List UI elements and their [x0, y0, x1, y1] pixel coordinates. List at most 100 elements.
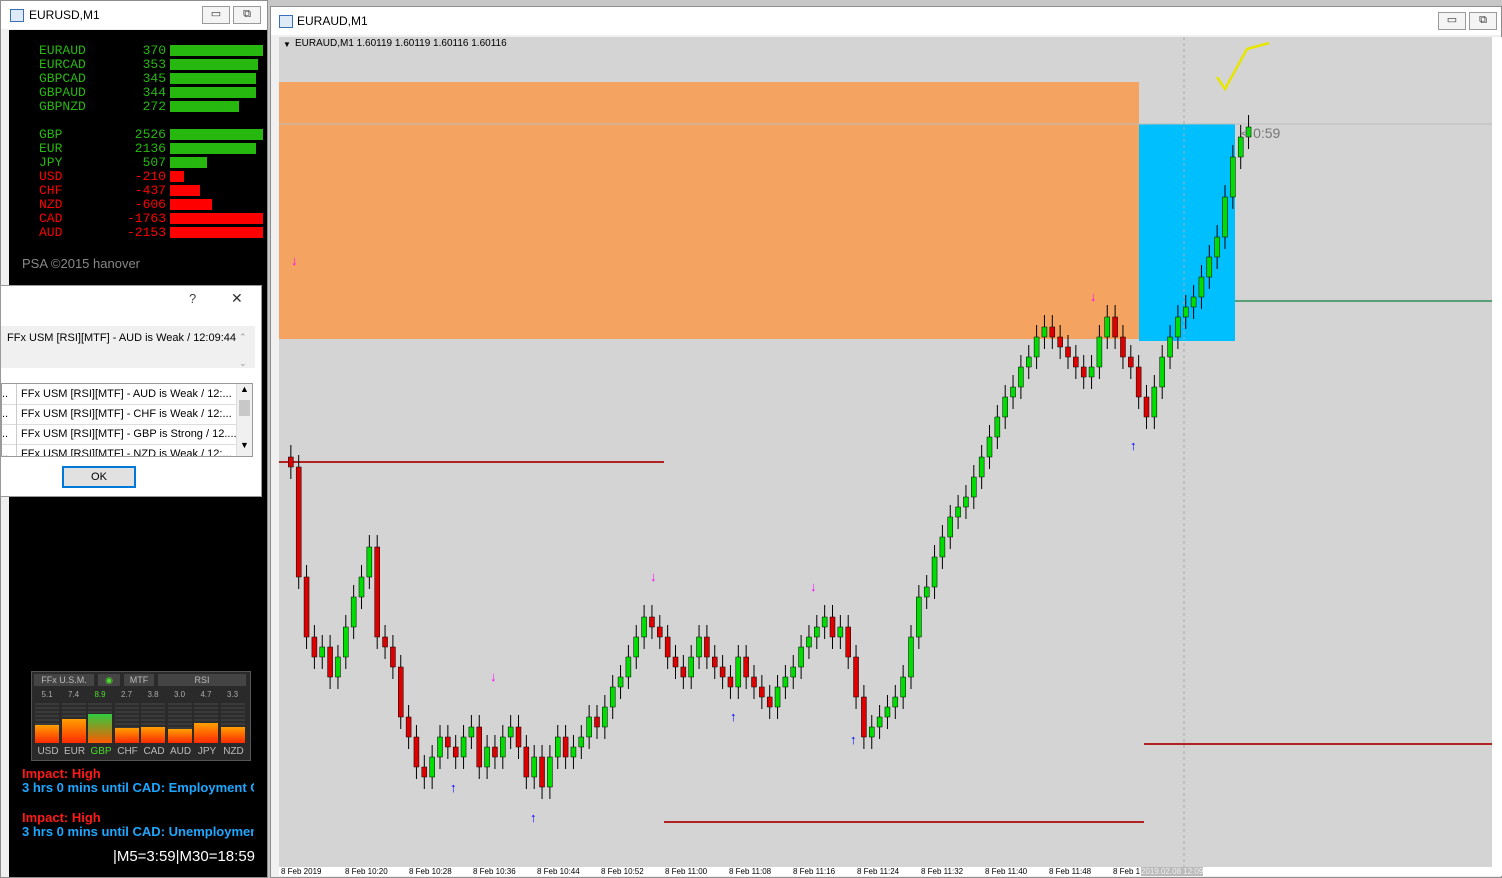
usm-currency-label: NZD [223, 746, 244, 757]
copyright-label: PSA ©2015 hanover [22, 256, 140, 271]
alert-list-item[interactable]: .. FFx USM [RSI][MTF] - CHF is Weak / 12:… [2, 404, 236, 425]
buy-signal-arrow: ↑ [1130, 438, 1137, 453]
currency-strength-bar [170, 227, 263, 238]
usm-value: 3.3 [226, 690, 239, 699]
candle-body [806, 636, 812, 648]
pair-row: GBPAUD 344 [39, 86, 264, 100]
usm-tab-mtf[interactable]: MTF [124, 674, 154, 686]
help-button[interactable]: ? [189, 291, 196, 306]
pair-strength-bar [170, 101, 239, 112]
time-axis-label: 2019.02.08 12:09 [1141, 867, 1204, 876]
usm-value: 2.7 [120, 690, 133, 699]
sell-signal-arrow: ↓ [291, 253, 298, 268]
close-button[interactable]: ✕ [231, 290, 243, 307]
message-scroll-down-icon[interactable]: ⌄ [239, 358, 247, 369]
candle-body [617, 676, 624, 688]
pair-value: 353 [142, 57, 166, 72]
candle-body [978, 456, 985, 478]
candle-body [1065, 346, 1071, 358]
candle-body [390, 646, 396, 668]
currency-name: AUD [39, 225, 63, 240]
candle-body [1057, 336, 1063, 348]
chart-canvas[interactable]: ↓ ↓ ↓ ↓ ↓ ↑ ↑ ↑ ↑ ↑ [279, 37, 1492, 867]
candle-body [743, 656, 749, 678]
restore-button[interactable]: ⧉ [1469, 12, 1497, 30]
checkmark-annotation [1215, 41, 1270, 92]
main-window-titlebar: EURAUD,M1 ▭ ⧉ [271, 7, 1501, 35]
candle-body [1002, 396, 1008, 418]
list-scroll-up-icon[interactable]: ▲ [240, 384, 249, 394]
buy-signal-arrow: ↑ [530, 810, 537, 825]
candle-body [1049, 326, 1056, 338]
alert-item-dots: .. [2, 424, 17, 444]
candle-body [1033, 336, 1040, 358]
candle-body [774, 686, 781, 708]
candle-body [712, 656, 718, 668]
news-impact: Impact: High [22, 810, 101, 825]
candle-body [555, 736, 561, 758]
candle-body [1135, 366, 1142, 398]
minimize-button[interactable]: ▭ [1438, 12, 1466, 30]
list-scrollbar[interactable]: ▲ ▼ [236, 384, 252, 456]
price-axis[interactable] [1492, 37, 1502, 867]
time-axis[interactable]: 8 Feb 2019 8 Feb 10:20 8 Feb 10:28 8 Feb 10… [279, 867, 1502, 876]
candle-body [664, 636, 671, 658]
candle-body [1183, 306, 1189, 318]
currency-name: NZD [39, 197, 63, 212]
usm-bar [141, 727, 165, 743]
candle-body [971, 476, 977, 498]
symbol-dropdown-icon[interactable]: ▼ [283, 40, 291, 49]
candle-body [1088, 366, 1095, 378]
time-axis-label: 8 Feb 11:16 [793, 867, 836, 876]
alert-item-dots: .. [2, 404, 17, 424]
eye-icon[interactable]: ◉ [98, 674, 120, 686]
candle-body [963, 496, 969, 508]
usm-tab-usm[interactable]: FFx U.S.M. [34, 674, 94, 686]
currency-row: GBP 2526 [39, 128, 264, 142]
pair-value: 345 [142, 71, 166, 86]
candle-body [766, 696, 773, 708]
list-scroll-thumb[interactable] [239, 400, 250, 416]
usm-value: 8.9 [94, 690, 106, 699]
price-chart[interactable]: ↓ ↓ ↓ ↓ ↓ ↑ ↑ ↑ ↑ ↑ ▼ EURAUD,M1 1.60119 1.60119 1… [279, 37, 1492, 867]
usm-tab-rsi[interactable]: RSI [158, 674, 246, 686]
list-scroll-down-icon[interactable]: ▼ [240, 440, 249, 450]
candle-body [704, 636, 710, 658]
candle-body [492, 746, 498, 758]
restore-button[interactable]: ⧉ [233, 6, 261, 24]
pair-name: GBPNZD [39, 99, 86, 114]
alert-list-item[interactable]: .. FFx USM [RSI][MTF] - AUD is Weak / 12:… [2, 384, 236, 405]
candle-body [829, 616, 836, 638]
time-axis-label: 8 Feb 10:36 [473, 867, 516, 876]
usm-currency-label: CAD [143, 746, 165, 757]
buy-signal-arrow: ↑ [850, 732, 857, 747]
candle-body [751, 676, 757, 688]
currency-row: NZD -606 [39, 198, 264, 212]
currency-value: -437 [134, 183, 166, 198]
message-scroll-up-icon[interactable]: ⌃ [239, 332, 247, 343]
buy-signal-arrow: ↑ [450, 780, 457, 795]
alert-item-text: FFx USM [RSI][MTF] - CHF is Weak / 12:..… [21, 408, 232, 420]
candle-body [1214, 236, 1220, 258]
main-window-title: EURAUD,M1 [297, 14, 368, 28]
pair-value: 370 [142, 43, 166, 58]
candle-body [319, 646, 325, 658]
candle-body [562, 736, 569, 758]
alert-message: FFx USM [RSI][MTF] - AUD is Weak / 12:09… [7, 332, 237, 344]
alert-history-list[interactable]: .. FFx USM [RSI][MTF] - AUD is Weak / 12:… [1, 383, 253, 457]
usm-bar [167, 729, 192, 743]
pair-name: GBPAUD [39, 85, 86, 100]
candle-body [1096, 336, 1103, 368]
usm-bar [220, 727, 245, 743]
candle-body [335, 656, 341, 678]
candle-body [602, 706, 608, 728]
candle-body [1010, 386, 1016, 398]
minimize-button[interactable]: ▭ [202, 6, 230, 24]
alert-list-item[interactable]: .. FFx USM [RSI][MTF] - GBP is Strong / 1… [2, 424, 236, 445]
usm-bar [88, 714, 112, 743]
ok-button[interactable]: OK [62, 466, 136, 488]
pair-name: EURCAD [39, 57, 86, 72]
currency-value: -1763 [126, 211, 166, 226]
candle-body [350, 596, 357, 628]
alert-list-item[interactable]: .. FFx USM [RSI][MTF] - NZD is Weak / 12:… [2, 444, 236, 456]
